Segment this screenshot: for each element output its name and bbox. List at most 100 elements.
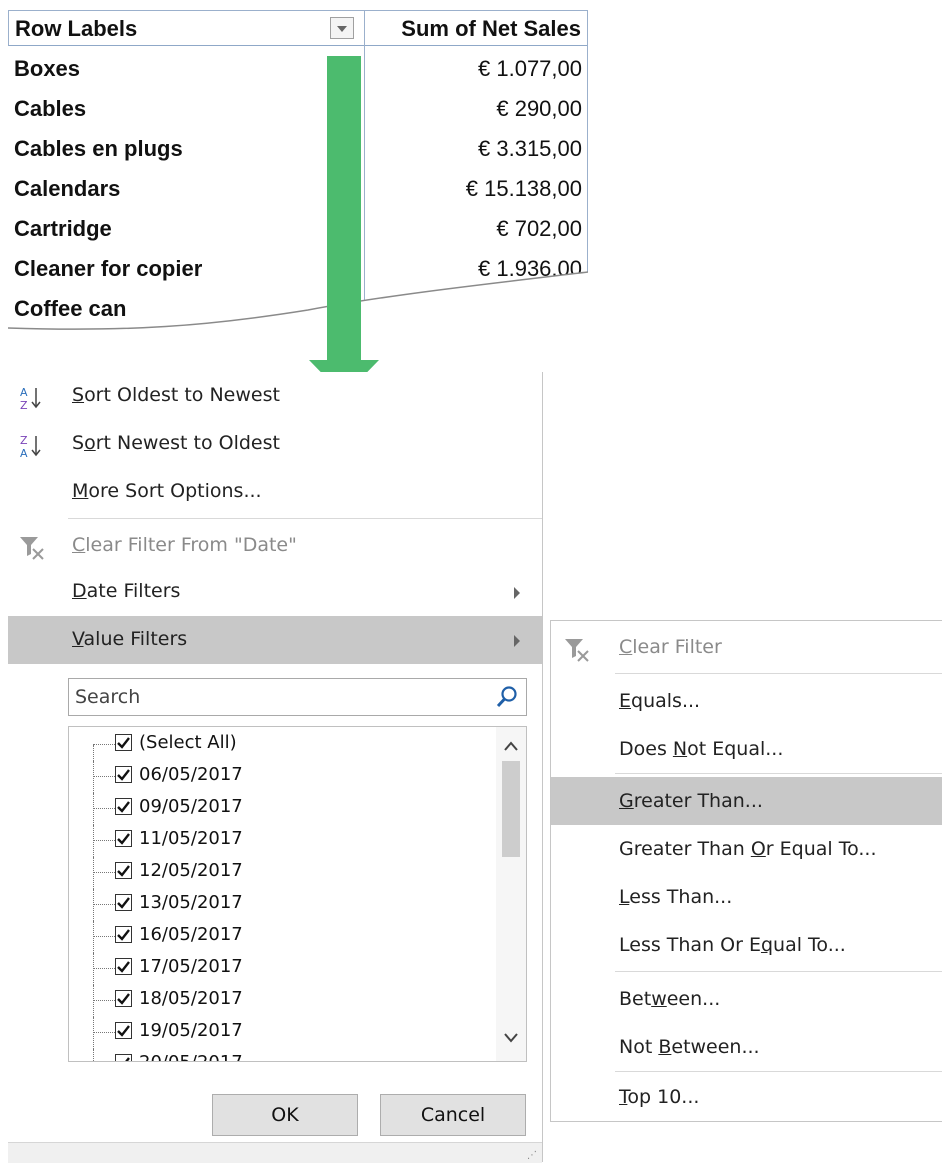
tree-line: [93, 1017, 94, 1049]
list-item-label: (Select All): [139, 732, 237, 753]
list-item[interactable]: 09/05/2017: [69, 793, 489, 825]
menu-separator: [615, 773, 942, 774]
checkmark-icon: [117, 737, 130, 749]
tree-line: [93, 985, 94, 1017]
search-placeholder: Search: [75, 686, 141, 708]
chevron-up-icon[interactable]: [504, 741, 518, 751]
resize-grip[interactable]: ⋰: [8, 1142, 542, 1163]
top-10-label: Top 10...: [619, 1086, 700, 1108]
greater-than-or-equal-label: Greater Than Or Equal To...: [619, 838, 877, 860]
menu-separator: [615, 1071, 942, 1072]
search-icon: [496, 686, 517, 708]
does-not-equal[interactable]: Does Not Equal...: [551, 725, 942, 773]
checkmark-icon: [117, 833, 130, 845]
sort-descending-icon: Z A: [20, 434, 41, 460]
list-item[interactable]: 13/05/2017: [69, 889, 489, 921]
checkmark-icon: [117, 993, 130, 1005]
list-item[interactable]: 19/05/2017: [69, 1017, 489, 1049]
checkbox[interactable]: [115, 1022, 132, 1039]
resize-grip-icon: ⋰: [527, 1150, 537, 1161]
tree-line: [93, 1049, 94, 1061]
greater-than-or-equal[interactable]: Greater Than Or Equal To...: [551, 825, 942, 873]
tree-line: [93, 857, 94, 889]
tree-line: [93, 1032, 117, 1033]
checkbox[interactable]: [115, 798, 132, 815]
tree-line: [93, 872, 117, 873]
tree-line: [93, 776, 117, 777]
clear-filter-icon: [565, 639, 589, 662]
value-filters-label: Value Filters: [72, 628, 188, 650]
value-filters[interactable]: Value Filters: [8, 616, 542, 664]
list-item[interactable]: 20/05/2017: [69, 1049, 489, 1061]
list-item-label: 06/05/2017: [139, 764, 243, 785]
checkbox[interactable]: [115, 1054, 132, 1061]
svg-text:Z: Z: [20, 434, 28, 447]
tree-line: [93, 808, 117, 809]
list-scrollbar[interactable]: [496, 727, 526, 1061]
search-input[interactable]: Search: [68, 678, 527, 716]
cancel-button[interactable]: Cancel: [380, 1094, 526, 1136]
filter-dropdown-menu: A Z Sort Oldest to Newest Z A Sort Newes…: [8, 372, 543, 1163]
submenu-arrow-icon: [514, 635, 520, 647]
tree-line: [93, 744, 117, 745]
sort-ascending-icon: A Z: [20, 386, 41, 412]
list-item[interactable]: 16/05/2017: [69, 921, 489, 953]
less-than-or-equal[interactable]: Less Than Or Equal To...: [551, 921, 942, 969]
menu-separator: [68, 518, 542, 519]
does-not-equal-label: Does Not Equal...: [619, 738, 784, 760]
checkmark-icon: [117, 769, 130, 781]
chevron-down-icon[interactable]: [504, 1033, 518, 1043]
menu-separator: [615, 971, 942, 972]
less-than[interactable]: Less Than...: [551, 873, 942, 921]
equals[interactable]: Equals...: [551, 677, 942, 725]
checkbox[interactable]: [115, 734, 132, 751]
checkmark-icon: [117, 897, 130, 909]
list-item[interactable]: 06/05/2017: [69, 761, 489, 793]
ok-button[interactable]: OK: [212, 1094, 358, 1136]
list-item[interactable]: 17/05/2017: [69, 953, 489, 985]
tree-line: [93, 793, 94, 825]
clear-filter[interactable]: Clear Filter: [551, 623, 942, 671]
scrollbar-thumb[interactable]: [502, 761, 520, 857]
svg-text:A: A: [20, 386, 28, 399]
value-filters-submenu: Clear Filter Equals... Does Not Equal...…: [550, 620, 942, 1122]
more-sort-label: More Sort Options...: [72, 480, 262, 502]
list-item[interactable]: 18/05/2017: [69, 985, 489, 1017]
menu-separator: [615, 673, 942, 674]
tree-line: [93, 840, 117, 841]
tree-line: [93, 921, 94, 953]
checkbox[interactable]: [115, 894, 132, 911]
sort-newest-to-oldest[interactable]: Z A Sort Newest to Oldest: [8, 420, 542, 468]
list-item-label: 12/05/2017: [139, 860, 243, 881]
sort-oldest-to-newest[interactable]: A Z Sort Oldest to Newest: [8, 372, 542, 420]
more-sort-options[interactable]: More Sort Options...: [8, 468, 542, 516]
date-filters[interactable]: Date Filters: [8, 568, 542, 616]
list-item[interactable]: (Select All): [69, 729, 489, 761]
list-item-label: 13/05/2017: [139, 892, 243, 913]
checkbox[interactable]: [115, 926, 132, 943]
checkmark-icon: [117, 1025, 130, 1037]
list-item-label: 09/05/2017: [139, 796, 243, 817]
between[interactable]: Between...: [551, 975, 942, 1023]
tree-line: [93, 953, 94, 985]
clear-filter-icon: [20, 537, 44, 560]
not-between[interactable]: Not Between...: [551, 1023, 942, 1071]
date-value-list[interactable]: (Select All) 06/05/2017 09/05/2017 11/05…: [68, 726, 527, 1062]
top-10[interactable]: Top 10...: [551, 1073, 942, 1121]
list-item[interactable]: 11/05/2017: [69, 825, 489, 857]
tree-line: [93, 825, 94, 857]
list-item[interactable]: 12/05/2017: [69, 857, 489, 889]
tree-line: [93, 936, 117, 937]
list-item-label: 18/05/2017: [139, 988, 243, 1009]
checkmark-icon: [125, 1057, 130, 1061]
clear-filter-from-date[interactable]: Clear Filter From "Date": [8, 522, 542, 570]
greater-than-label: Greater Than...: [619, 790, 763, 812]
tree-line: [93, 904, 117, 905]
checkbox[interactable]: [115, 830, 132, 847]
checkbox[interactable]: [115, 766, 132, 783]
checkbox[interactable]: [115, 958, 132, 975]
checkbox[interactable]: [115, 990, 132, 1007]
greater-than[interactable]: Greater Than...: [551, 777, 942, 825]
checkbox[interactable]: [115, 862, 132, 879]
less-than-label: Less Than...: [619, 886, 733, 908]
